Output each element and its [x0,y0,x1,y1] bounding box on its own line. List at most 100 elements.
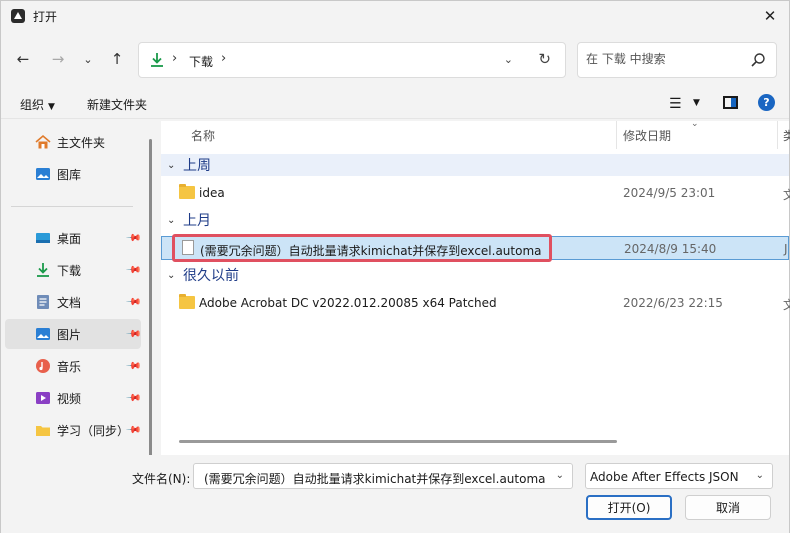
title-bar: 打开 ✕ [1,1,789,31]
music-icon [36,359,50,373]
file-date: 2024/8/9 15:40 [624,242,717,256]
sidebar-item-label: 图库 [57,167,82,182]
sidebar-item-gallery[interactable]: 图库 [5,159,141,189]
preview-pane-icon[interactable] [723,96,738,109]
sidebar-item-desktop[interactable]: 桌面 📌 [5,223,142,253]
chevron-down-icon[interactable]: ⌄ [504,53,513,66]
open-button[interactable]: 打开(O) [586,495,672,520]
sidebar-item-label: 桌面 [57,231,82,246]
pin-icon[interactable]: 📌 [125,326,142,343]
new-folder-button[interactable]: 新建文件夹 [87,96,147,113]
pin-icon[interactable]: 📌 [125,230,142,247]
pin-icon[interactable]: 📌 [125,390,142,407]
file-type: 文 [783,298,790,312]
organize-menu[interactable]: 组织 ▼ [20,96,55,113]
caret-down-icon[interactable]: ▼ [693,98,700,108]
sidebar-item-downloads[interactable]: 下载 📌 [5,255,142,285]
chevron-down-icon[interactable]: ⌄ [556,470,564,481]
help-icon[interactable]: ? [758,94,775,111]
window-title: 打开 [33,10,58,24]
desktop-icon [36,233,50,243]
filename-value[interactable]: (需要冗余问题）自动批量请求kimichat并保存到excel.automa [204,470,546,487]
column-header-name[interactable]: 名称 [191,127,215,155]
sidebar-item-videos[interactable]: 视频 📌 [5,383,142,413]
group-header-last-month[interactable]: ⌄ 上月 [161,209,789,231]
horizontal-scrollbar[interactable] [179,440,617,443]
group-header-long-ago[interactable]: ⌄ 很久以前 [161,264,789,286]
sidebar-item-label: 学习（同步） [57,423,130,438]
column-divider[interactable] [777,121,778,149]
sidebar-item-label: 文档 [57,295,82,310]
search-icon [751,53,765,67]
search-input[interactable] [586,52,746,66]
chevron-down-icon[interactable]: ⌄ [167,270,175,281]
close-button[interactable]: ✕ [759,5,781,27]
sort-caret-icon: ⌄ [691,119,699,129]
group-title: 上月 [183,213,211,229]
group-header-last-week[interactable]: ⌄ 上周 [161,154,789,176]
download-icon [151,53,163,67]
sidebar-item-documents[interactable]: 文档 📌 [5,287,142,317]
filename-combobox[interactable]: (需要冗余问题）自动批量请求kimichat并保存到excel.automa ⌄ [193,463,573,489]
group-title: 很久以前 [183,268,239,284]
chevron-right-icon[interactable]: › [221,51,226,66]
command-bar: 组织 ▼ 新建文件夹 ☰ ▼ ? [1,87,789,119]
pin-icon[interactable]: 📌 [125,294,142,311]
sidebar-scrollbar[interactable] [149,139,152,469]
open-file-dialog: 打开 ✕ ← → ⌄ ↑ › 下载 › ⌄ ↻ 组织▼ 新 [0,0,790,533]
refresh-icon[interactable]: ↻ [538,50,551,68]
organize-label: 组织 [20,98,45,112]
sidebar-item-pictures[interactable]: 图片 📌 [5,319,142,349]
up-button[interactable]: ↑ [106,48,128,70]
download-icon [37,263,49,277]
video-icon [36,392,50,404]
file-date: 2022/6/23 22:15 [623,296,723,310]
chevron-down-icon[interactable]: ⌄ [167,215,175,226]
column-divider[interactable] [616,121,617,149]
sidebar-item-label: 主文件夹 [57,135,106,150]
dialog-footer: 文件名(N): (需要冗余问题）自动批量请求kimichat并保存到excel.… [1,455,789,533]
navigation-pane: 主文件夹 图库 桌面 📌 下载 📌 文档 📌 图片 📌 音乐 📌 视频 📌 学习… [1,121,157,469]
file-type-value: Adobe After Effects JSON [590,470,739,484]
sidebar-divider [11,206,133,207]
folder-icon [179,294,195,309]
chevron-down-icon[interactable]: ⌄ [167,160,175,171]
document-icon [37,295,49,309]
cancel-button[interactable]: 取消 [685,495,771,520]
pin-icon[interactable]: 📌 [125,358,142,375]
chevron-down-icon[interactable]: ⌄ [756,470,764,481]
column-header-modified[interactable]: 修改日期 [623,127,671,155]
sidebar-item-study-sync[interactable]: 学习（同步） 📌 [5,415,142,445]
file-date: 2024/9/5 23:01 [623,186,716,200]
address-location[interactable]: 下载 [189,53,213,70]
file-row[interactable]: idea 2024/9/5 23:01 文 [161,181,790,205]
file-row[interactable]: Adobe Acrobat DC v2022.012.20085 x64 Pat… [161,291,790,315]
gallery-icon [36,168,50,180]
sidebar-item-label: 下载 [57,263,82,278]
filename-label: 文件名(N): [132,472,191,486]
pictures-icon [36,328,50,340]
caret-down-icon: ▼ [48,102,55,112]
navigation-bar: ← → ⌄ ↑ › 下载 › ⌄ ↻ [1,39,789,79]
chevron-right-icon[interactable]: › [172,51,177,66]
pin-icon[interactable]: 📌 [125,262,142,279]
file-type: 文 [783,188,790,202]
app-icon [11,9,25,23]
home-icon [35,134,51,149]
recent-locations-button[interactable]: ⌄ [77,48,99,70]
folder-icon [36,426,50,436]
sidebar-item-label: 音乐 [57,359,82,374]
search-box[interactable] [577,42,777,78]
back-button[interactable]: ← [12,48,34,70]
folder-icon [179,184,195,199]
column-header-type[interactable]: 类 [783,127,790,155]
file-name: idea [199,186,225,200]
forward-button[interactable]: → [47,48,69,70]
sidebar-item-music[interactable]: 音乐 📌 [5,351,142,381]
address-bar[interactable]: › 下载 › ⌄ ↻ [138,42,566,78]
file-type-select[interactable]: Adobe After Effects JSON ⌄ [585,463,773,489]
view-list-icon[interactable]: ☰ [669,96,682,112]
sidebar-item-home[interactable]: 主文件夹 [5,127,141,157]
file-list: 名称 ⌄ 修改日期 类 ⌄ 上周 idea 2024/9/5 23:01 文 ⌄… [161,119,790,455]
sidebar-item-label: 视频 [57,391,82,406]
